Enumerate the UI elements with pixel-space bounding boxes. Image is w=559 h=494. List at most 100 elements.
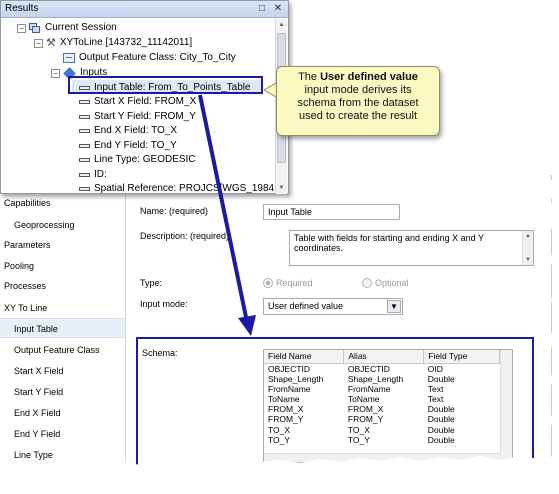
parameter-icon (79, 129, 90, 133)
tree-label: Start X Field: FROM_X (94, 96, 197, 107)
scroll-down-icon[interactable]: ▼ (524, 256, 532, 264)
table-cell: Double (427, 434, 455, 445)
tree-node-start-y-field[interactable]: Start Y Field: FROM_Y (79, 110, 196, 124)
tree-node-line-type[interactable]: Line Type: GEODESIC (79, 153, 196, 167)
collapse-icon[interactable]: − (17, 23, 26, 33)
tree-label: Current Session (45, 22, 117, 33)
schema-table[interactable]: Field Name Alias Field Type OBJECTID OBJE… (263, 349, 513, 463)
schema-vertical-scrollbar[interactable] (500, 350, 512, 455)
results-tree: − Current Session − ⚒ XYToLine [143732_1… (1, 19, 276, 194)
name-label: Name: (required) (140, 206, 209, 216)
table-cell: FROM_X (268, 404, 304, 415)
pin-icon[interactable]: □ (256, 3, 268, 15)
table-cell: TO_Y (268, 434, 291, 445)
tree-node-output-feature-class[interactable]: Output Feature Class: City_To_City (63, 51, 236, 65)
tree-label: ID: (94, 169, 107, 180)
collapse-icon[interactable]: − (51, 68, 60, 78)
sidebar-item-capabilities[interactable]: Capabilities (4, 193, 51, 213)
scroll-up-icon[interactable]: ▲ (524, 232, 532, 240)
table-row[interactable]: TO_Y TO_Y Double (264, 435, 500, 445)
output-icon (63, 53, 75, 63)
input-mode-label: Input mode: (140, 299, 188, 309)
callout-line-1: The User defined value (298, 71, 418, 83)
table-cell: TO_X (268, 424, 291, 435)
sidebar-item-start-x-field[interactable]: Start X Field (14, 361, 64, 381)
sidebar-item-input-table[interactable]: Input Table (0, 318, 125, 338)
sidebar-item-parameters[interactable]: Parameters (4, 235, 51, 255)
sidebar-item-output-feature-class[interactable]: Output Feature Class (14, 340, 100, 360)
editor-sidebar: G Capabilities Geoprocessing Parameters … (0, 175, 125, 475)
callout-line-4: used to create the result (298, 110, 417, 122)
description-field[interactable]: Table with fields for starting and endin… (289, 230, 534, 266)
sidebar-item-line-type[interactable]: Line Type (14, 445, 53, 465)
tree-node-end-x-field[interactable]: End X Field: TO_X (79, 124, 177, 138)
parameter-icon (79, 187, 90, 191)
description-scrollbar[interactable]: ▲ ▼ (522, 231, 533, 265)
chevron-down-icon[interactable]: ▼ (387, 300, 401, 313)
table-cell: Text (427, 383, 444, 394)
scroll-down-icon[interactable]: ▼ (277, 183, 286, 193)
callout-note: The User defined value input mode derive… (276, 66, 440, 136)
tree-node-current-session[interactable]: − Current Session (17, 21, 117, 35)
table-cell: OBJECTID (347, 363, 390, 374)
description-label: Description: (required) (140, 231, 230, 241)
table-row[interactable]: OBJECTID OBJECTID OID (264, 363, 500, 374)
close-icon[interactable]: ✕ (272, 3, 284, 15)
table-cell: ToName (347, 393, 380, 404)
table-cell: Double (427, 404, 455, 415)
parameter-icon (79, 115, 90, 119)
parameter-icon (79, 173, 90, 177)
radio-unselected-icon (362, 278, 372, 288)
column-header-alias[interactable]: Alias (343, 350, 425, 364)
collapse-icon[interactable]: − (34, 38, 43, 48)
table-cell: Double (427, 414, 455, 425)
type-optional-radio[interactable]: Optional (362, 278, 409, 288)
results-window: Results □ ✕ − Current Session − ⚒ XYToLi… (0, 0, 289, 194)
sidebar-divider (125, 175, 126, 475)
table-row[interactable]: FromName FromName Text (264, 384, 500, 394)
tree-label: Spatial Reference: PROJCS[WGS_1984 (94, 183, 275, 194)
tree-node-id[interactable]: ID: (79, 168, 107, 182)
input-mode-dropdown[interactable]: User defined value ▼ (263, 298, 403, 315)
table-row[interactable]: TO_X TO_X Double (264, 424, 500, 435)
parameter-icon (79, 100, 90, 104)
schema-label: Schema: (142, 348, 178, 358)
sidebar-item-start-y-field[interactable]: Start Y Field (14, 382, 63, 402)
table-row[interactable]: FROM_Y FROM_Y Double (264, 414, 500, 424)
sidebar-item-end-x-field[interactable]: End X Field (14, 403, 61, 423)
sidebar-item-geoprocessing[interactable]: Geoprocessing (14, 215, 75, 235)
tree-node-xytoline[interactable]: − ⚒ XYToLine [143732_11142011] (34, 36, 192, 50)
table-cell: OID (427, 363, 443, 374)
type-optional-label: Optional (375, 278, 409, 288)
tree-label: End X Field: TO_X (94, 125, 178, 136)
sidebar-item-end-y-field[interactable]: End Y Field (14, 424, 60, 444)
table-cell: Double (427, 424, 455, 435)
results-titlebar[interactable]: Results □ ✕ (1, 1, 288, 18)
table-row[interactable]: ToName ToName Text (264, 394, 500, 404)
table-row[interactable]: FROM_X FROM_X Double (264, 404, 500, 414)
table-row[interactable]: Shape_Length Shape_Length Double (264, 374, 500, 384)
table-cell: Shape_Length (268, 373, 324, 384)
tree-node-start-x-field[interactable]: Start X Field: FROM_X (79, 95, 196, 109)
table-cell: Text (427, 393, 444, 404)
type-required-radio[interactable]: Required (263, 278, 313, 288)
column-header-field-type[interactable]: Field Type (423, 350, 500, 364)
sidebar-item-pooling[interactable]: Pooling (4, 256, 34, 276)
name-field[interactable]: Input Table (263, 204, 400, 220)
tree-label: Output Feature Class: City_To_City (79, 52, 236, 63)
table-cell: FROM_Y (268, 414, 304, 425)
tree-label: Line Type: GEODESIC (94, 154, 196, 165)
column-header-field-name[interactable]: Field Name (264, 350, 345, 364)
tree-node-end-y-field[interactable]: End Y Field: TO_Y (79, 139, 177, 153)
sidebar-item-xy-to-line[interactable]: XY To Line (4, 298, 47, 318)
schema-horizontal-scrollbar[interactable] (264, 453, 512, 462)
input-mode-value: User defined value (268, 301, 344, 311)
parameter-icon (79, 144, 90, 148)
session-icon (29, 22, 41, 34)
table-cell: FROM_Y (347, 414, 384, 425)
tree-label: End Y Field: TO_Y (94, 140, 177, 151)
scroll-up-icon[interactable]: ▲ (277, 20, 286, 30)
tree-node-spatial-reference[interactable]: Spatial Reference: PROJCS[WGS_1984 (79, 182, 274, 194)
sidebar-item-processes[interactable]: Processes (4, 276, 46, 296)
table-cell: TO_X (347, 424, 370, 435)
